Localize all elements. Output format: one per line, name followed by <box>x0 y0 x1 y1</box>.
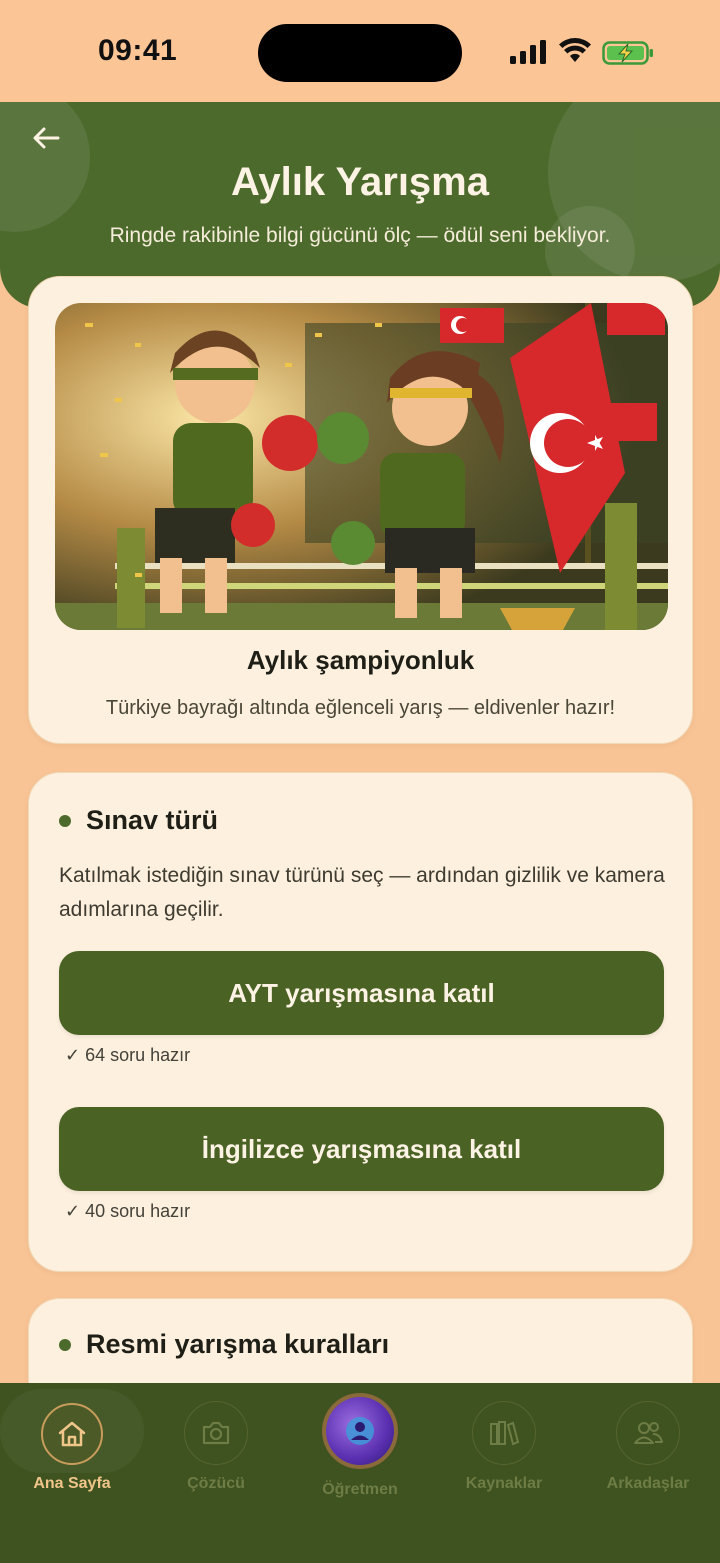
bullet-dot <box>59 814 71 827</box>
battery-charging-icon <box>602 41 653 65</box>
nav-item-friends[interactable]: Arkadaşlar <box>576 1383 720 1563</box>
exam-description: Katılmak istediğin sınav türünü seç — ar… <box>59 864 665 921</box>
exam-section-title: Sınav türü <box>86 805 219 835</box>
arrow-left-icon <box>33 127 60 149</box>
nav-label-home: Ana Sayfa <box>33 1475 111 1492</box>
page-subtitle: Ringde rakibinle bilgi gücünü ölç — ödül… <box>109 224 611 247</box>
nav-item-solver[interactable]: Çözücü <box>144 1383 288 1563</box>
exam-type-card: Sınav türü Katılmak istediğin sınav türü… <box>28 772 693 1272</box>
friends-icon <box>616 1401 680 1465</box>
exam-section-header: Sınav türü <box>59 805 218 836</box>
status-bar: 09:41 <box>0 0 720 102</box>
page-title: Aylık Yarışma <box>231 160 489 204</box>
hero-title: Aylık şampiyonluk <box>246 645 475 675</box>
wifi-icon <box>559 38 591 62</box>
dynamic-island <box>258 24 462 82</box>
home-icon <box>41 1403 103 1465</box>
join-ayt-button[interactable]: AYT yarışmasına katıl <box>59 951 664 1035</box>
rules-section-title: Resmi yarışma kuralları <box>86 1329 390 1359</box>
teacher-orb-icon <box>322 1393 398 1469</box>
join-english-button[interactable]: İngilizce yarışmasına katıl <box>59 1107 664 1191</box>
status-time: 09:41 <box>98 34 178 67</box>
books-icon <box>472 1401 536 1465</box>
hero-card: Aylık şampiyonluk Türkiye bayrağı altınd… <box>28 276 693 744</box>
nav-label-solver: Çözücü <box>187 1475 245 1492</box>
nav-item-teacher[interactable]: Öğretmen <box>288 1383 432 1563</box>
bullet-dot <box>59 1338 71 1351</box>
nav-label-resources: Kaynaklar <box>465 1475 543 1492</box>
nav-item-resources[interactable]: Kaynaklar <box>432 1383 576 1563</box>
back-button[interactable] <box>26 118 66 158</box>
bottom-navigation: Ana Sayfa Çözücü Öğretmen Kaynaklar Arka… <box>0 1383 720 1563</box>
ayt-ready-status: ✓ 64 soru hazır <box>65 1045 191 1065</box>
nav-item-home[interactable]: Ana Sayfa <box>0 1383 144 1563</box>
cellular-signal-icon <box>510 40 546 64</box>
hero-illustration <box>55 303 668 630</box>
english-ready-status: ✓ 40 soru hazır <box>65 1201 191 1221</box>
hero-subtitle: Türkiye bayrağı altında eğlenceli yarış … <box>105 697 616 719</box>
camera-icon <box>184 1401 248 1465</box>
nav-label-friends: Arkadaşlar <box>606 1475 690 1492</box>
rules-section-header: Resmi yarışma kuralları <box>59 1329 389 1360</box>
nav-label-teacher: Öğretmen <box>322 1481 398 1498</box>
